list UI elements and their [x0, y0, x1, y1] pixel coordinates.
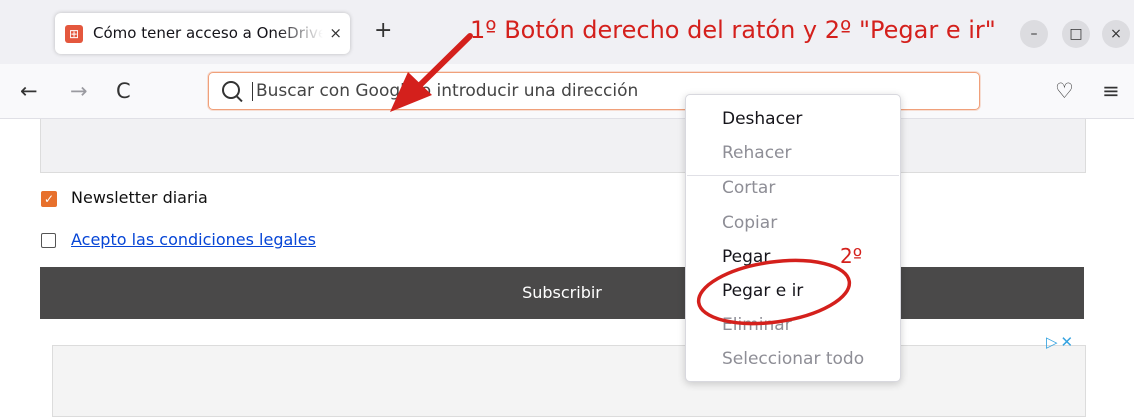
annotation-overlay [390, 33, 852, 326]
annotation-arrow-shaft [412, 33, 473, 93]
annotation-ellipse [696, 258, 852, 326]
annotation-instruction: 1º Botón derecho del ratón y 2º "Pegar e… [470, 16, 996, 44]
annotation-step-two: 2º [840, 244, 863, 268]
